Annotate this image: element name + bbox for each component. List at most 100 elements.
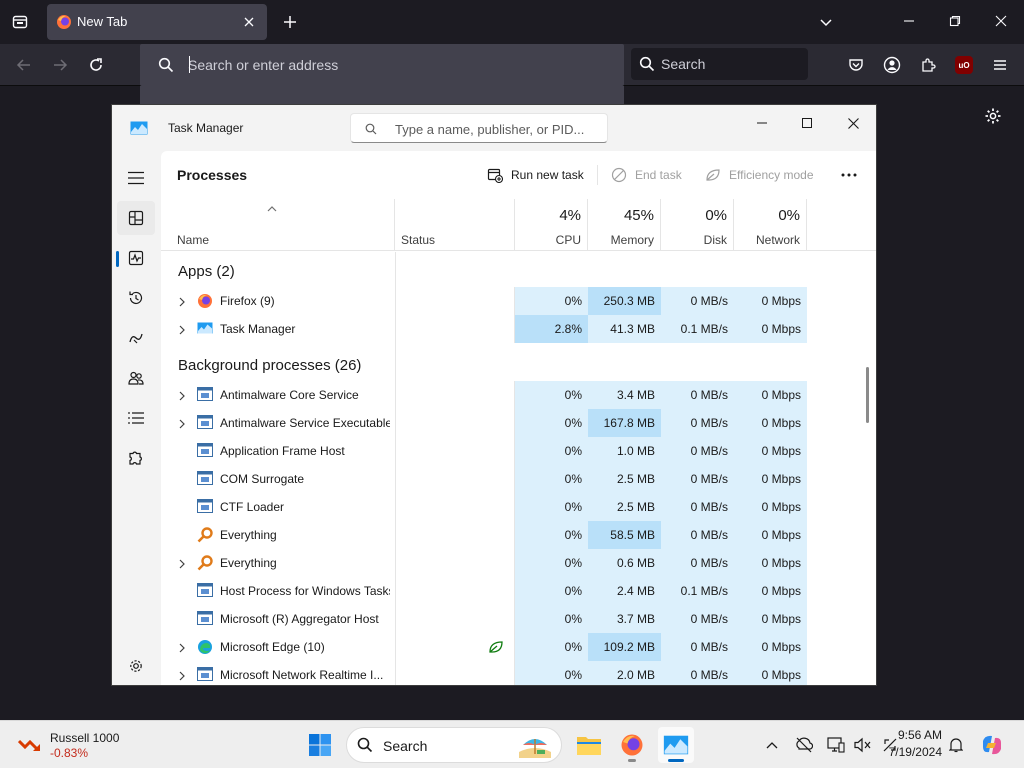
tab-close-icon[interactable] <box>237 10 261 34</box>
status-cell <box>395 409 515 437</box>
reload-icon[interactable] <box>82 51 110 79</box>
memory-value: 250.3 MB <box>588 287 661 315</box>
minimize-window-button[interactable] <box>894 6 924 36</box>
firefox-taskbar-icon[interactable] <box>614 727 650 763</box>
users-icon[interactable] <box>117 361 155 395</box>
copilot-icon[interactable] <box>978 731 1006 759</box>
chevron-right-icon[interactable] <box>179 670 185 684</box>
settings-gear-icon[interactable] <box>117 649 155 683</box>
chevron-right-icon[interactable] <box>179 390 185 404</box>
url-input[interactable] <box>188 54 608 76</box>
table-row[interactable]: Microsoft (R) Aggregator Host 0% 3.7 MB 0 M… <box>161 605 876 633</box>
new-tab-button[interactable] <box>276 8 304 36</box>
table-row[interactable]: Antimalware Service Executable 0% 167.8 MB… <box>161 409 876 437</box>
cpu-value: 0% <box>515 661 588 685</box>
table-row[interactable]: Firefox (9) 0% 250.3 MB 0 MB/s 0 Mbps <box>161 287 876 315</box>
memory-value: 58.5 MB <box>588 521 661 549</box>
process-search-box[interactable] <box>350 113 608 143</box>
task-manager-taskbar-icon[interactable] <box>658 727 694 763</box>
network-disconnected-icon[interactable] <box>792 733 816 757</box>
chevron-down-icon[interactable] <box>812 8 840 36</box>
network-column-header[interactable]: 0% Network <box>734 199 807 251</box>
search-icon <box>639 56 655 77</box>
notification-bell-icon[interactable] <box>944 733 968 757</box>
network-value: 0 Mbps <box>734 381 807 409</box>
cpu-value: 0% <box>515 577 588 605</box>
gear-icon[interactable] <box>979 102 1007 130</box>
memory-value: 3.7 MB <box>588 605 661 633</box>
table-row[interactable]: Microsoft Network Realtime I... 0% 2.0 MB 0… <box>161 661 876 685</box>
scrollbar-thumb[interactable] <box>866 367 869 423</box>
table-row[interactable]: Host Process for Windows Tasks 0% 2.4 MB 0.… <box>161 577 876 605</box>
table-row[interactable]: Everything 0% 0.6 MB 0 MB/s 0 Mbps <box>161 549 876 577</box>
cpu-column-header[interactable]: 4% CPU <box>515 199 588 251</box>
memory-total-percent: 45% <box>623 207 654 224</box>
name-column-header[interactable]: Name <box>161 199 395 251</box>
process-name: Host Process for Windows Tasks <box>220 584 390 598</box>
ublock-origin-icon[interactable]: uO <box>950 51 978 79</box>
run-new-task-button[interactable]: Run new task <box>487 165 584 185</box>
network-value: 0 Mbps <box>734 605 807 633</box>
windows-start-icon[interactable] <box>302 727 338 763</box>
forward-arrow-icon[interactable] <box>46 51 74 79</box>
menu-icon[interactable] <box>117 161 155 195</box>
services-icon[interactable] <box>117 441 155 475</box>
file-explorer-icon[interactable] <box>571 727 607 763</box>
extensions-puzzle-icon[interactable] <box>914 51 942 79</box>
run-new-task-label: Run new task <box>511 168 584 182</box>
cpu-value: 0% <box>515 521 588 549</box>
taskbar-search-box[interactable]: Search <box>346 727 562 763</box>
disk-column-header[interactable]: 0% Disk <box>661 199 734 251</box>
chevron-right-icon[interactable] <box>179 324 185 338</box>
memory-column-header[interactable]: 45% Memory <box>588 199 661 251</box>
address-bar[interactable] <box>140 44 624 86</box>
maximize-button[interactable] <box>784 109 830 137</box>
process-name: Everything <box>220 528 277 542</box>
everything-search-icon <box>197 555 213 571</box>
table-row[interactable]: COM Surrogate 0% 2.5 MB 0 MB/s 0 Mbps <box>161 465 876 493</box>
back-arrow-icon[interactable] <box>10 51 38 79</box>
app-history-icon[interactable] <box>117 281 155 315</box>
chevron-right-icon[interactable] <box>179 642 185 656</box>
chevron-right-icon[interactable] <box>179 558 185 572</box>
chevron-right-icon[interactable] <box>179 296 185 310</box>
close-window-button[interactable] <box>986 6 1016 36</box>
efficiency-mode-button[interactable]: Efficiency mode <box>705 165 814 185</box>
end-task-icon <box>611 167 627 183</box>
startup-apps-icon[interactable] <box>117 321 155 355</box>
table-row[interactable]: CTF Loader 0% 2.5 MB 0 MB/s 0 Mbps <box>161 493 876 521</box>
details-icon[interactable] <box>117 401 155 435</box>
processes-icon[interactable] <box>117 201 155 235</box>
table-row[interactable]: Microsoft Edge (10) 0% 109.2 MB 0 MB/s 0 Mbp… <box>161 633 876 661</box>
more-options-icon[interactable] <box>833 165 865 185</box>
process-name: Everything <box>220 556 277 570</box>
network-value: 0 Mbps <box>734 437 807 465</box>
process-table-header: Name Status 4% CPU 45% Memory 0% Disk 0%… <box>161 199 876 251</box>
close-button[interactable] <box>830 109 876 137</box>
performance-icon[interactable] <box>117 241 155 275</box>
table-row[interactable]: Everything 0% 58.5 MB 0 MB/s 0 Mbps <box>161 521 876 549</box>
table-row[interactable]: Application Frame Host 0% 1.0 MB 0 MB/s 0 Mb… <box>161 437 876 465</box>
pocket-icon[interactable] <box>842 51 870 79</box>
display-settings-icon[interactable] <box>824 733 848 757</box>
cpu-value: 0% <box>515 549 588 577</box>
restore-window-button[interactable] <box>940 6 970 36</box>
process-search-input[interactable] <box>395 120 601 138</box>
stock-widget[interactable]: Russell 1000 -0.83% <box>16 729 156 761</box>
volume-muted-icon[interactable] <box>851 733 875 757</box>
status-column-header[interactable]: Status <box>395 199 515 251</box>
table-row[interactable]: Antimalware Core Service 0% 3.4 MB 0 MB/s 0 … <box>161 381 876 409</box>
firefox-view-icon[interactable] <box>6 8 34 36</box>
table-row[interactable]: Task Manager 2.8% 41.3 MB 0.1 MB/s 0 Mbp… <box>161 315 876 343</box>
account-icon[interactable] <box>878 51 906 79</box>
end-task-button[interactable]: End task <box>611 165 682 185</box>
minimize-button[interactable] <box>739 109 785 137</box>
tab-new-tab[interactable]: New Tab <box>47 4 267 40</box>
hamburger-menu-icon[interactable] <box>986 51 1014 79</box>
chevron-right-icon[interactable] <box>179 418 185 432</box>
search-bar[interactable]: Search <box>631 48 808 80</box>
chevron-up-icon[interactable] <box>760 733 784 757</box>
cpu-value: 0% <box>515 605 588 633</box>
address-bar-dropdown <box>140 86 624 106</box>
efficiency-leaf-icon <box>488 639 504 658</box>
